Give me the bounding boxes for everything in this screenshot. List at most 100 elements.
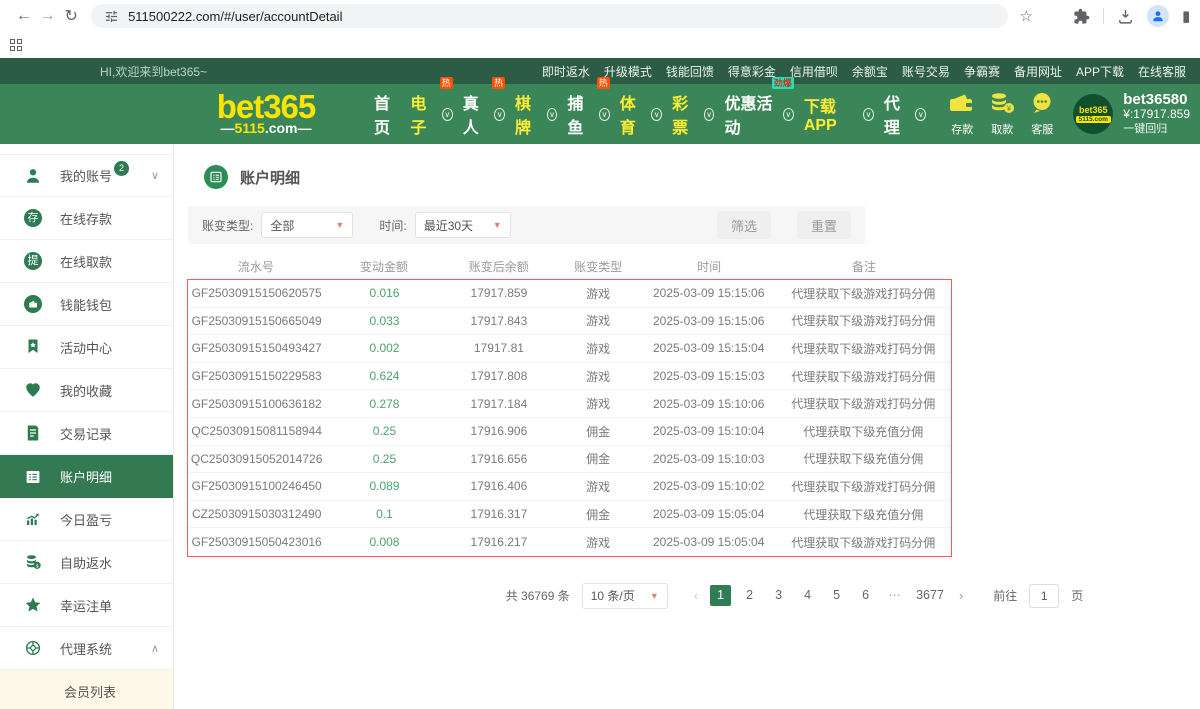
topbar-link[interactable]: 即时返水 bbox=[542, 63, 590, 80]
topbar-link[interactable]: 钱能回馈 bbox=[666, 63, 714, 80]
nav-label: 代理 bbox=[882, 90, 912, 138]
sidebar-item-今日盈亏[interactable]: 今日盈亏 bbox=[0, 498, 173, 541]
txn-id: GF25030915050423016 bbox=[188, 535, 325, 549]
apps-grid-icon[interactable] bbox=[10, 39, 22, 51]
goto-page-input[interactable] bbox=[1029, 584, 1059, 608]
topbar-link[interactable]: 升级模式 bbox=[604, 63, 652, 80]
sidebar-item-我的收藏[interactable]: 我的收藏 bbox=[0, 369, 173, 412]
table-row[interactable]: GF250309151506650490.03317917.843游戏2025-… bbox=[188, 308, 951, 336]
sidebar-item-在线存款[interactable]: 存在线存款 bbox=[0, 197, 173, 240]
page-number[interactable]: 4 bbox=[797, 585, 818, 606]
dropdown-circle-icon: ∨ bbox=[704, 108, 715, 121]
filter-button[interactable]: 筛选 bbox=[717, 211, 771, 239]
column-header: 账变后余额 bbox=[443, 258, 554, 275]
bookmark-star-icon[interactable]: ☆ bbox=[1020, 7, 1033, 25]
quick-actions: 存款 ¥取款客服 bbox=[947, 91, 1057, 137]
nav-label: 真人 bbox=[461, 90, 491, 138]
sidebar-item-幸运注单[interactable]: 幸运注单 bbox=[0, 584, 173, 627]
account-detail-title-icon bbox=[204, 165, 228, 189]
nav-item-捕鱼[interactable]: 热捕鱼∨ bbox=[565, 90, 611, 138]
topbar-link[interactable]: APP下载 bbox=[1076, 63, 1124, 80]
topbar-link[interactable]: 在线客服 bbox=[1138, 63, 1186, 80]
quick-action-label: 取款 bbox=[991, 121, 1013, 137]
page-number[interactable]: 3 bbox=[768, 585, 789, 606]
topbar-link[interactable]: 备用网址 bbox=[1014, 63, 1062, 80]
table-row[interactable]: QC250309150811589440.2517916.906佣金2025-0… bbox=[188, 418, 951, 446]
chevron-down-icon[interactable]: ∨ bbox=[151, 169, 159, 182]
nav-item-首页[interactable]: 首页 bbox=[372, 90, 402, 138]
column-header: 账变类型 bbox=[554, 258, 642, 275]
sidebar-item-账户明细[interactable]: 账户明细 bbox=[0, 455, 173, 498]
sidebar-item-我的账号[interactable]: 我的账号2∨ bbox=[0, 154, 173, 197]
table-row[interactable]: GF250309151006361820.27817917.184游戏2025-… bbox=[188, 390, 951, 418]
topbar-link[interactable]: 账号交易 bbox=[902, 63, 950, 80]
downloads-icon[interactable] bbox=[1117, 8, 1134, 25]
time-filter-label: 时间: bbox=[379, 217, 406, 234]
table-row[interactable]: CZ250309150303124900.117916.317佣金2025-03… bbox=[188, 501, 951, 529]
chevron-up-icon[interactable]: ∧ bbox=[151, 642, 159, 655]
table-row[interactable]: QC250309150520147260.2517916.656佣金2025-0… bbox=[188, 446, 951, 474]
rebate-icon: $ bbox=[22, 552, 44, 572]
sidebar-item-活动中心[interactable]: 活动中心 bbox=[0, 326, 173, 369]
site-logo[interactable]: bet365 —5115.com— bbox=[191, 92, 341, 136]
table-row[interactable]: GF250309151502295830.62417917.808游戏2025-… bbox=[188, 363, 951, 391]
quick-action-wallet[interactable]: 存款 bbox=[947, 91, 977, 137]
sidebar-item-交易记录[interactable]: 交易记录 bbox=[0, 412, 173, 455]
reset-button[interactable]: 重置 bbox=[797, 211, 851, 239]
reload-icon[interactable]: ↻ bbox=[59, 6, 83, 26]
back-icon[interactable]: ← bbox=[12, 7, 36, 25]
sidebar-item-会员列表[interactable]: 会员列表 bbox=[0, 670, 173, 709]
url-text[interactable]: 511500222.com/#/user/accountDetail bbox=[128, 9, 342, 24]
topbar-link[interactable]: 得意彩金 bbox=[728, 63, 776, 80]
table-row[interactable]: GF250309151002464500.08917916.406游戏2025-… bbox=[188, 473, 951, 501]
topbar-link[interactable]: 信用借呗 bbox=[790, 63, 838, 80]
page-number[interactable]: 1 bbox=[710, 585, 731, 606]
forward-icon[interactable]: → bbox=[36, 7, 60, 25]
sidebar-item-钱能钱包[interactable]: 钱能钱包 bbox=[0, 283, 173, 326]
site-settings-icon[interactable] bbox=[104, 9, 119, 24]
sidebar-item-自助返水[interactable]: $自助返水 bbox=[0, 541, 173, 584]
txn-id: QC25030915081158944 bbox=[188, 424, 325, 438]
prev-page-icon[interactable]: ‹ bbox=[690, 588, 702, 603]
type-filter-select[interactable]: 全部 ▼ bbox=[261, 212, 353, 238]
page-number[interactable]: 3677 bbox=[913, 585, 947, 606]
page-number[interactable]: 2 bbox=[739, 585, 760, 606]
nav-label: 体育 bbox=[618, 90, 648, 138]
topbar-link[interactable]: 余额宝 bbox=[852, 63, 888, 80]
time-filter-select[interactable]: 最近30天 ▼ bbox=[415, 212, 511, 238]
one-key-restore-link[interactable]: 一键回归 bbox=[1123, 122, 1190, 137]
next-page-icon[interactable]: › bbox=[955, 588, 967, 603]
table-row[interactable]: GF250309150504230160.00817916.217游戏2025-… bbox=[188, 528, 951, 556]
page-number[interactable]: 6 bbox=[855, 585, 876, 606]
nav-item-电子[interactable]: 热电子∨ bbox=[408, 90, 454, 138]
nav-item-体育[interactable]: 体育∨ bbox=[618, 90, 664, 138]
extensions-icon[interactable] bbox=[1073, 8, 1090, 25]
nav-item-代理[interactable]: 代理∨ bbox=[882, 90, 928, 138]
nav-item-真人[interactable]: 热真人∨ bbox=[461, 90, 507, 138]
txn-remark: 代理获取下级游戏打码分佣 bbox=[775, 534, 950, 551]
page-number[interactable]: 5 bbox=[826, 585, 847, 606]
table-row[interactable]: GF250309151506205750.01617917.859游戏2025-… bbox=[188, 280, 951, 308]
profile-avatar[interactable] bbox=[1147, 5, 1169, 27]
txn-time: 2025-03-09 15:10:06 bbox=[642, 397, 776, 411]
quick-action-label: 存款 bbox=[951, 121, 973, 137]
nav-item-彩票[interactable]: 彩票∨ bbox=[670, 90, 716, 138]
table-row[interactable]: GF250309151504934270.00217917.81游戏2025-0… bbox=[188, 335, 951, 363]
sidebar-item-代理系统[interactable]: 代理系统∧ bbox=[0, 627, 173, 670]
nav-item-优惠活动[interactable]: 劲爆优惠活动∨ bbox=[722, 90, 795, 138]
account-detail-icon bbox=[22, 467, 44, 487]
seal-domain: 5115.com bbox=[1076, 116, 1111, 123]
quick-action-coins[interactable]: ¥取款 bbox=[987, 91, 1017, 137]
per-page-select[interactable]: 10 条/页 ▼ bbox=[582, 583, 668, 609]
sidebar-item-在线取款[interactable]: 提在线取款 bbox=[0, 240, 173, 283]
address-bar[interactable]: 511500222.com/#/user/accountDetail bbox=[91, 4, 1007, 28]
topbar-link[interactable]: 争霸赛 bbox=[964, 63, 1000, 80]
txn-remark: 代理获取下级游戏打码分佣 bbox=[775, 478, 950, 495]
column-header: 变动金额 bbox=[325, 258, 444, 275]
welcome-text: HI,欢迎来到bet365~ bbox=[100, 63, 207, 80]
quick-action-headset[interactable]: 客服 bbox=[1027, 91, 1057, 137]
nav-item-下载APP[interactable]: 下载APP∨ bbox=[802, 93, 876, 135]
hot-badge: 热 bbox=[440, 77, 453, 89]
nav-item-棋牌[interactable]: 棋牌∨ bbox=[513, 90, 559, 138]
browser-menu-icon[interactable]: ▮ bbox=[1182, 7, 1192, 25]
